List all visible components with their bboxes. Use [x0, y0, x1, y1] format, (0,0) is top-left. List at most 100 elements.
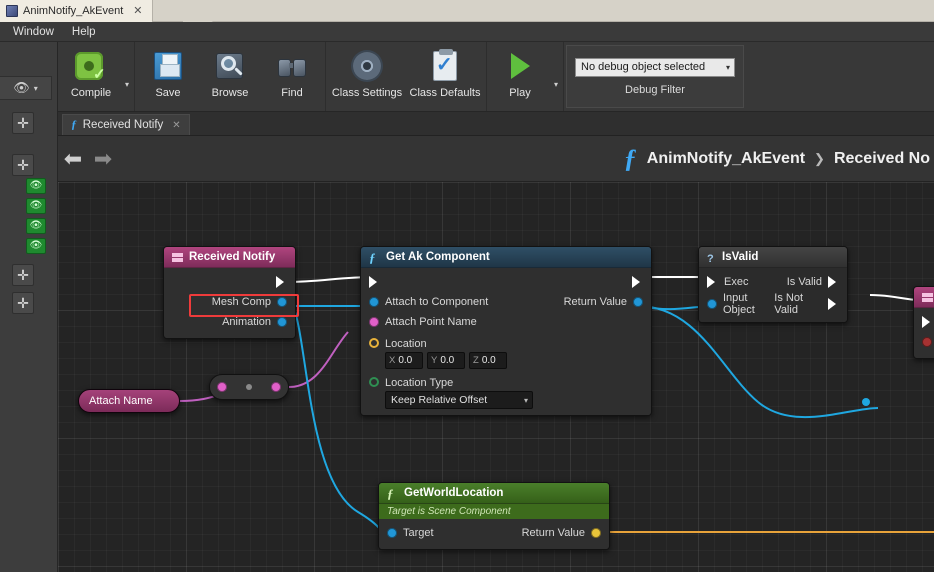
- toolbar-group-play: Play ▾: [487, 42, 564, 111]
- compile-dropdown-caret[interactable]: ▾: [122, 80, 132, 111]
- location-z-value: 0.0: [481, 355, 496, 366]
- toolbar-group-compile: ✓ Compile ▾: [58, 42, 135, 111]
- function-icon: ƒ: [71, 119, 77, 131]
- node-is-valid[interactable]: ? IsValid Exec Is Valid Input Object Is …: [698, 246, 848, 323]
- compile-button[interactable]: ✓ Compile: [60, 42, 122, 111]
- graph-tab-bar: ƒ Received Notify ✕: [58, 112, 934, 136]
- location-y-field[interactable]: Y 0.0: [427, 352, 465, 369]
- menu-item-window[interactable]: Window: [4, 24, 63, 40]
- close-icon[interactable]: ✕: [133, 5, 142, 17]
- exec-in-pin[interactable]: [369, 276, 380, 288]
- exec-in-pin[interactable]: [922, 316, 933, 328]
- location-pin[interactable]: [369, 338, 379, 348]
- location-x-field[interactable]: X 0.0: [385, 352, 423, 369]
- save-label: Save: [155, 87, 181, 99]
- eye-toggle-4[interactable]: 👁: [26, 238, 46, 254]
- node-partial-right[interactable]: [913, 286, 934, 359]
- return-value-out-pin[interactable]: [633, 297, 643, 307]
- blueprint-graph-canvas[interactable]: Received Notify Mesh Comp Animation ƒ Ge…: [58, 182, 934, 572]
- browse-button[interactable]: Browse: [199, 42, 261, 111]
- debug-object-select[interactable]: No debug object selected ▾: [575, 57, 735, 77]
- eye-toggle-2[interactable]: 👁: [26, 198, 46, 214]
- tab-received-notify[interactable]: ƒ Received Notify ✕: [62, 114, 190, 135]
- reroute-out-pin[interactable]: [271, 382, 281, 392]
- row-location-type: Location Type Keep Relative Offset ▾: [361, 369, 651, 409]
- find-button[interactable]: Find: [261, 42, 323, 111]
- find-label: Find: [281, 87, 303, 99]
- row-exec: [361, 272, 651, 292]
- save-button[interactable]: Save: [137, 42, 199, 111]
- row-bool: [914, 332, 934, 352]
- location-y-value: 0.0: [440, 355, 455, 366]
- left-toolbar-strip: 👁 ▾ ✛ ✛ 👁 👁 👁 👁 ✛ ✛: [0, 42, 58, 572]
- node-is-valid-header: ? IsValid: [699, 247, 847, 268]
- axis-label-x: X: [389, 355, 396, 366]
- chevron-down-icon: ▾: [33, 83, 38, 93]
- row-exec: Exec Is Valid: [699, 272, 847, 292]
- forward-button[interactable]: ➡: [88, 147, 118, 170]
- add-button-2[interactable]: ✛: [12, 154, 34, 176]
- asset-tab[interactable]: AnimNotify_AkEvent ✕: [0, 0, 154, 22]
- menu-item-help[interactable]: Help: [63, 24, 105, 40]
- node-get-world-location-subtitle: Target is Scene Component: [387, 506, 511, 517]
- animation-out-pin[interactable]: [277, 317, 287, 327]
- breadcrumb-current[interactable]: Received No: [834, 150, 930, 168]
- exec-out-pin[interactable]: [276, 276, 287, 288]
- breadcrumb-root[interactable]: AnimNotify_AkEvent: [647, 150, 805, 168]
- target-in-pin[interactable]: [387, 528, 397, 538]
- eye-toggle-3[interactable]: 👁: [26, 218, 46, 234]
- save-icon: [151, 49, 185, 83]
- asset-tab-label: AnimNotify_AkEvent: [23, 5, 124, 17]
- node-received-notify[interactable]: Received Notify Mesh Comp Animation: [163, 246, 296, 339]
- class-defaults-button[interactable]: ✓ Class Defaults: [406, 42, 484, 111]
- exec-in-pin[interactable]: [707, 276, 718, 288]
- pin-label-target: Target: [403, 527, 434, 539]
- pin-label-is-valid: Is Valid: [786, 276, 822, 288]
- input-object-pin[interactable]: [707, 299, 717, 309]
- eye-toggle-1[interactable]: 👁: [26, 178, 46, 194]
- node-get-world-location-body: Target Return Value: [379, 519, 609, 549]
- chevron-right-icon: ❯: [814, 150, 825, 166]
- browse-icon: [213, 49, 247, 83]
- reroute-in-pin[interactable]: [217, 382, 227, 392]
- play-dropdown-caret[interactable]: ▾: [551, 80, 561, 111]
- visibility-dropdown[interactable]: 👁 ▾: [0, 76, 52, 100]
- node-attach-name[interactable]: Attach Name: [78, 389, 180, 413]
- location-z-field[interactable]: Z 0.0: [469, 352, 507, 369]
- return-value-out-pin[interactable]: [591, 528, 601, 538]
- exec-out-pin[interactable]: [632, 276, 643, 288]
- attach-to-component-pin[interactable]: [369, 297, 379, 307]
- is-not-valid-exec-out-pin[interactable]: [828, 298, 839, 310]
- event-node-icon: [922, 292, 933, 303]
- pin-label-return-value: Return Value: [521, 527, 585, 539]
- blueprint-icon: [6, 5, 18, 17]
- find-icon: [275, 49, 309, 83]
- attach-point-name-pin[interactable]: [369, 317, 379, 327]
- node-get-ak-component[interactable]: ƒ Get Ak Component Attach to Component R…: [360, 246, 652, 416]
- blueprint-toolbar: ✓ Compile ▾ Save Browse Find Class Setti…: [58, 42, 934, 112]
- node-get-world-location[interactable]: ƒ GetWorldLocation Target is Scene Compo…: [378, 482, 610, 550]
- bool-in-pin[interactable]: [922, 337, 932, 347]
- breadcrumb: ƒ AnimNotify_AkEvent ❯ Received No: [624, 144, 934, 174]
- is-valid-exec-out-pin[interactable]: [828, 276, 839, 288]
- add-button-3[interactable]: ✛: [12, 264, 34, 286]
- tab-slant-decoration: [183, 0, 213, 22]
- add-button-1[interactable]: ✛: [12, 112, 34, 134]
- breadcrumb-bar: ⬅ ➡ ƒ AnimNotify_AkEvent ❯ Received No: [58, 136, 934, 182]
- location-type-pin[interactable]: [369, 377, 379, 387]
- function-icon: ƒ: [387, 487, 398, 500]
- node-get-ak-component-header: ƒ Get Ak Component: [361, 247, 651, 268]
- play-button[interactable]: Play: [489, 42, 551, 111]
- class-settings-button[interactable]: Class Settings: [328, 42, 406, 111]
- back-button[interactable]: ⬅: [58, 147, 88, 170]
- axis-label-z: Z: [473, 355, 479, 366]
- eye-icon: 👁: [13, 80, 30, 95]
- location-type-select[interactable]: Keep Relative Offset ▾: [385, 391, 533, 409]
- node-received-notify-title: Received Notify: [189, 251, 276, 263]
- close-icon[interactable]: ✕: [172, 120, 180, 131]
- add-button-4[interactable]: ✛: [12, 292, 34, 314]
- reroute-node[interactable]: [209, 374, 289, 400]
- class-defaults-icon: ✓: [428, 49, 462, 83]
- location-type-label: Location Type: [385, 377, 454, 389]
- browse-label: Browse: [211, 87, 249, 99]
